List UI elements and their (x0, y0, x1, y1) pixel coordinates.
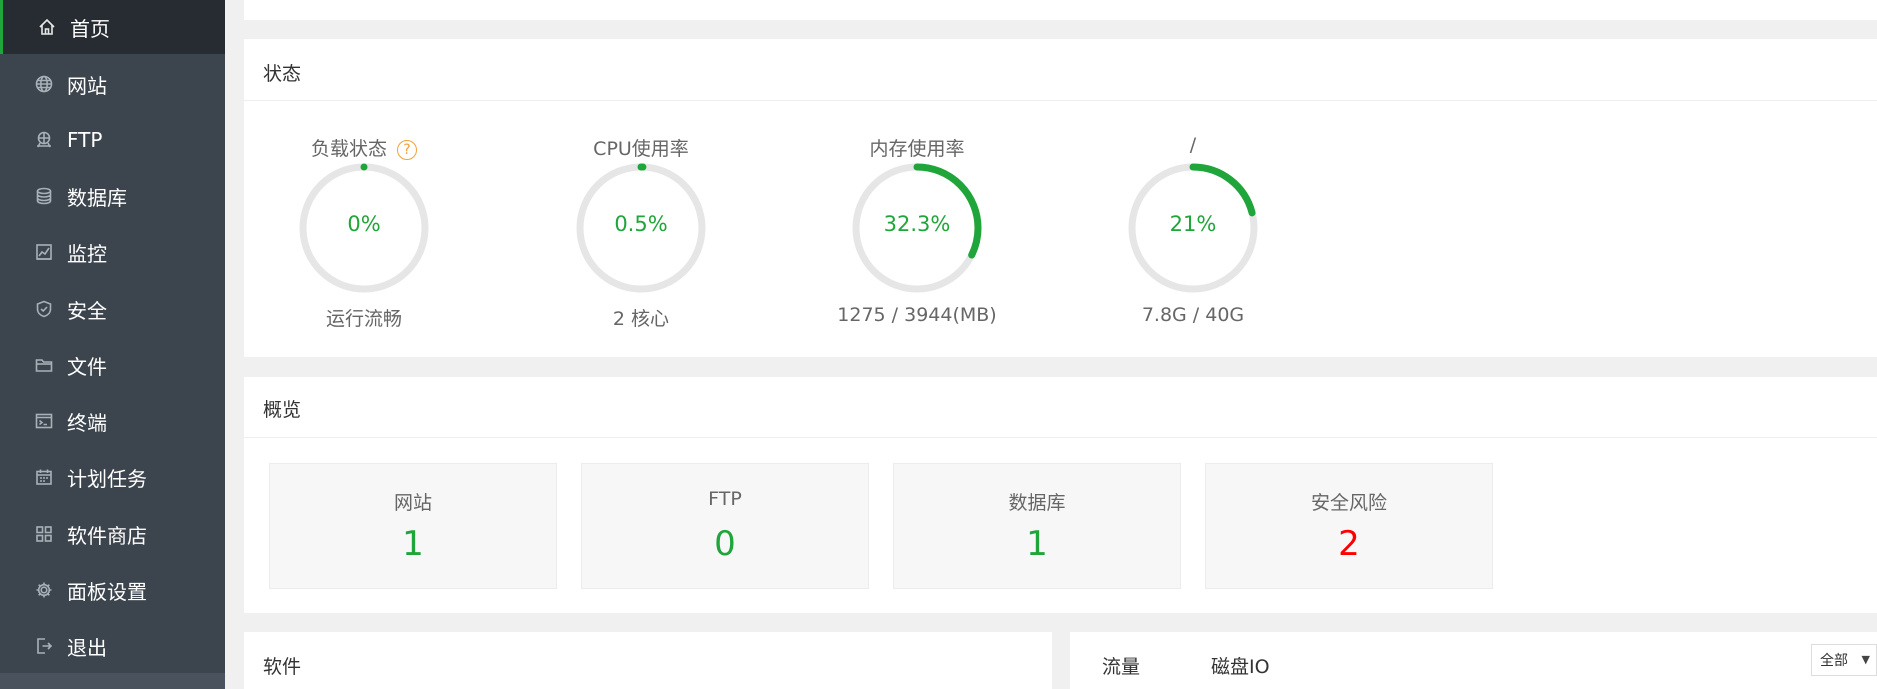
overview-card-database[interactable]: 数据库 1 (893, 463, 1181, 589)
gauge-value: 0% (347, 212, 381, 236)
sidebar-item-security[interactable]: 安全 (0, 282, 225, 336)
card-value: 1 (1026, 524, 1048, 564)
sidebar-item-label: 退出 (67, 635, 107, 660)
card-value: 1 (402, 524, 424, 564)
gauge-subtext: 2 核心 (612, 308, 670, 330)
card-label: 网站 (393, 492, 432, 514)
overview-panel: 概览 网站 1 FTP 0 数据库 1 安全风险 2 (244, 377, 1877, 613)
calendar-icon (34, 467, 54, 487)
overview-card-ftp[interactable]: FTP 0 (581, 463, 869, 589)
tab-traffic[interactable]: 流量 (1102, 652, 1140, 679)
terminal-icon (34, 411, 54, 431)
gauge-subtext: 1275 / 3944(MB) (837, 304, 997, 326)
software-panel: 软件 (244, 632, 1052, 689)
gauge-subtext: 7.8G / 40G (1141, 304, 1245, 326)
status-panel: 状态 负载状态? 0% 运行流畅 CPU使用率 0.5% 2 核心 内存使用率 … (244, 39, 1877, 357)
sidebar-item-label: FTP (67, 128, 103, 152)
card-label: FTP (708, 488, 742, 510)
monitor-icon (34, 242, 54, 262)
sidebar-item-label: 监控 (67, 241, 107, 266)
sidebar: 首页 网站 FTP 数据库 监控 安全 文件 终端 计划任务 软件商店 面板设置 (0, 0, 225, 689)
card-label: 安全风险 (1310, 492, 1387, 514)
gauge-title: / (1189, 134, 1197, 156)
grid-icon (34, 524, 54, 544)
database-icon (34, 186, 54, 206)
panel-divider (244, 437, 1877, 438)
help-icon[interactable]: ? (397, 139, 417, 160)
traffic-filter-select[interactable]: 全部 ▼ (1811, 644, 1877, 676)
select-value: 全部 (1820, 653, 1848, 669)
sidebar-item-database[interactable]: 数据库 (0, 169, 225, 223)
sidebar-item-label: 文件 (67, 354, 107, 379)
gauge-title: 内存使用率 (869, 138, 965, 160)
sidebar-item-label: 面板设置 (67, 579, 147, 604)
status-title: 状态 (263, 63, 302, 85)
sidebar-item-home[interactable]: 首页 (0, 0, 225, 54)
gauge-title: 负载状态? (264, 134, 464, 161)
ftp-icon (34, 130, 54, 150)
sidebar-item-store[interactable]: 软件商店 (0, 507, 225, 561)
sidebar-item-monitor[interactable]: 监控 (0, 225, 225, 279)
sidebar-item-label: 计划任务 (67, 466, 147, 491)
overview-card-website[interactable]: 网站 1 (269, 463, 557, 589)
sidebar-item-label: 首页 (70, 16, 110, 41)
sidebar-item-label: 安全 (67, 298, 107, 323)
gauge-value: 21% (1169, 212, 1217, 236)
gear-icon (34, 580, 54, 600)
sidebar-item-label: 软件商店 (67, 523, 147, 548)
software-title: 软件 (263, 656, 302, 678)
sidebar-item-label: 数据库 (67, 185, 127, 210)
sidebar-item-label: 网站 (67, 73, 107, 98)
gauge-disk[interactable]: / 21% 7.8G / 40G (1093, 134, 1293, 344)
card-label: 数据库 (1008, 492, 1066, 514)
folder-icon (34, 355, 54, 375)
overview-card-security-risk[interactable]: 安全风险 2 (1205, 463, 1493, 589)
globe-icon (34, 74, 54, 94)
gauge-load[interactable]: 负载状态? 0% 运行流畅 (264, 134, 464, 344)
traffic-panel: 流量 磁盘IO 全部 ▼ (1070, 632, 1877, 689)
sidebar-item-files[interactable]: 文件 (0, 338, 225, 392)
gauge-subtext: 运行流畅 (325, 308, 402, 330)
sidebar-item-settings[interactable]: 面板设置 (0, 563, 225, 617)
card-value: 2 (1338, 524, 1360, 564)
home-icon (37, 17, 57, 37)
sidebar-item-label: 终端 (67, 410, 107, 435)
tab-disk-io[interactable]: 磁盘IO (1211, 652, 1270, 679)
gauge-memory[interactable]: 内存使用率 32.3% 1275 / 3944(MB) (817, 134, 1017, 344)
card-value: 0 (714, 524, 736, 564)
gauge-title: CPU使用率 (593, 138, 689, 160)
overview-title: 概览 (263, 399, 302, 421)
top-panel (244, 0, 1877, 20)
chevron-down-icon: ▼ (1861, 653, 1870, 666)
sidebar-item-cron[interactable]: 计划任务 (0, 450, 225, 504)
sidebar-item-logout[interactable]: 退出 (0, 619, 225, 673)
sidebar-item-terminal[interactable]: 终端 (0, 394, 225, 448)
sidebar-item-ftp[interactable]: FTP (0, 113, 225, 167)
sidebar-item-website[interactable]: 网站 (0, 57, 225, 111)
sidebar-footer (0, 673, 225, 689)
logout-icon (34, 636, 54, 656)
gauge-value: 32.3% (883, 212, 951, 236)
gauge-cpu[interactable]: CPU使用率 0.5% 2 核心 (541, 134, 741, 344)
gauge-value: 0.5% (614, 212, 668, 236)
shield-icon (34, 299, 54, 319)
panel-divider (244, 100, 1877, 101)
